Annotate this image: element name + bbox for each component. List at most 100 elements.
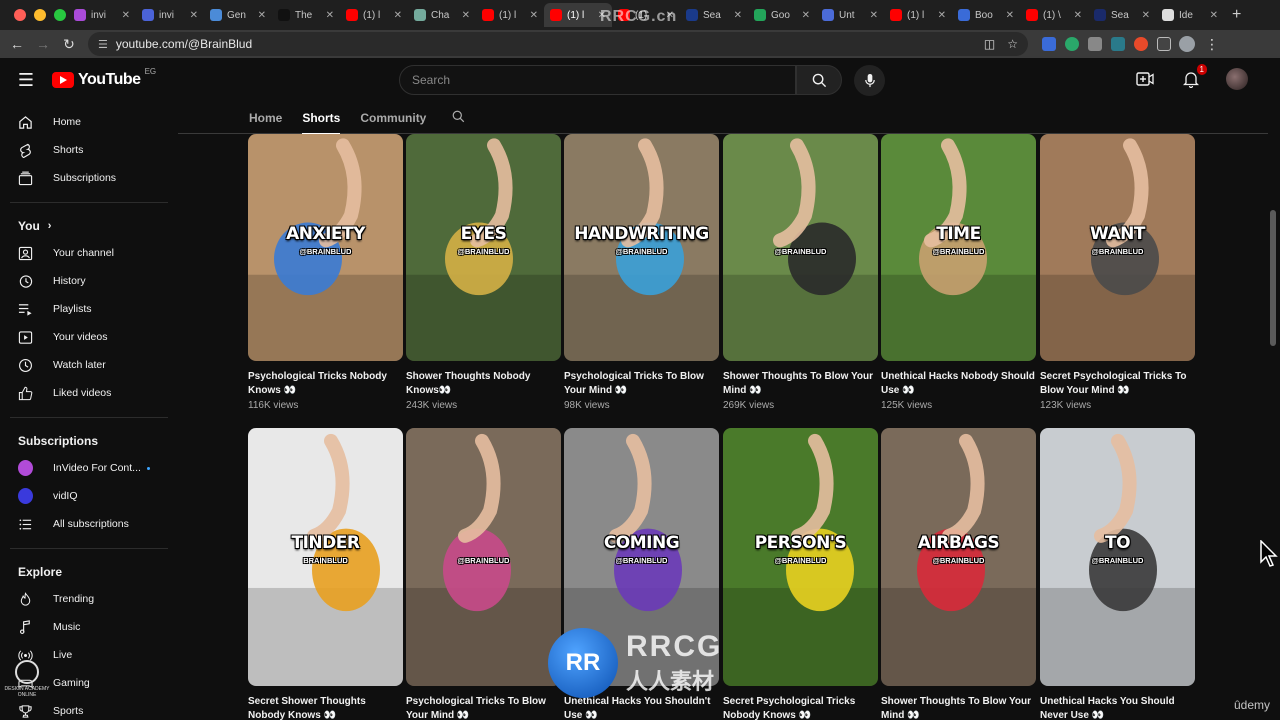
search-button[interactable] — [796, 65, 842, 95]
browser-tab[interactable]: Goo ✕ — [748, 3, 816, 27]
short-card[interactable]: WANT @BRAINBLUD Secret Psychological Trick… — [1040, 134, 1195, 411]
bookmark-star-icon[interactable]: ☆ — [1007, 37, 1018, 51]
sidebar-item-home[interactable]: Home — [0, 108, 178, 136]
extension-icon[interactable] — [1042, 37, 1056, 51]
browser-tab[interactable]: Gen ✕ — [204, 3, 272, 27]
search-input[interactable]: Search — [399, 65, 796, 95]
channel-tab-shorts[interactable]: Shorts — [302, 102, 341, 135]
browser-tab[interactable]: (1) l ✕ — [340, 3, 408, 27]
short-thumbnail[interactable]: TIME @BRAINBLUD — [881, 134, 1036, 361]
browser-tab[interactable]: Cha ✕ — [408, 3, 476, 27]
short-thumbnail[interactable]: HANDWRITING @BRAINBLUD — [564, 134, 719, 361]
tab-close-icon[interactable]: ✕ — [870, 10, 878, 21]
tab-close-icon[interactable]: ✕ — [122, 10, 130, 21]
sidebar-item-sports[interactable]: Sports — [0, 697, 178, 720]
sidebar-item-vidiq[interactable]: vidIQ — [0, 482, 178, 510]
short-thumbnail[interactable]: PERSON'S @BRAINBLUD — [723, 428, 878, 686]
extension-icon[interactable] — [1065, 37, 1079, 51]
short-title[interactable]: Psychological Tricks To Blow Your Mind 👀 — [564, 370, 719, 398]
short-thumbnail[interactable]: TINDER BRAINBLUD — [248, 428, 403, 686]
account-avatar[interactable] — [1226, 68, 1248, 90]
back-button[interactable]: ← — [4, 36, 30, 52]
sidebar-item-your-videos[interactable]: Your videos — [0, 323, 178, 351]
create-button[interactable] — [1134, 68, 1156, 90]
browser-tab[interactable]: Boo ✕ — [952, 3, 1020, 27]
short-title[interactable]: Unethical Hacks Nobody Should Use 👀 — [881, 370, 1036, 398]
short-thumbnail[interactable]: WANT @BRAINBLUD — [1040, 134, 1195, 361]
short-card[interactable]: TINDER BRAINBLUD Secret Shower Thoughts No… — [248, 428, 403, 720]
short-card[interactable]: @BRAINBLUD Shower Thoughts To Blow Your M… — [723, 134, 878, 411]
short-card[interactable]: AIRBAGS @BRAINBLUD Shower Thoughts To Blow… — [881, 428, 1036, 720]
voice-search-button[interactable] — [854, 65, 885, 96]
guide-menu-icon[interactable]: ☰ — [0, 70, 52, 91]
channel-search-icon[interactable] — [452, 110, 465, 126]
browser-tab[interactable]: Unt ✕ — [816, 3, 884, 27]
short-title[interactable]: Psychological Tricks Nobody Knows 👀 — [248, 370, 403, 398]
browser-tab[interactable]: Sea ✕ — [680, 3, 748, 27]
sidebar-item-trending[interactable]: Trending — [0, 585, 178, 613]
new-tab-button[interactable]: + — [1224, 6, 1241, 24]
short-thumbnail[interactable]: TO @BRAINBLUD — [1040, 428, 1195, 686]
short-card[interactable]: EYES @BRAINBLUD Shower Thoughts Nobody Kno… — [406, 134, 561, 411]
tab-close-icon[interactable]: ✕ — [190, 10, 198, 21]
site-info-icon[interactable]: ☰ — [98, 38, 108, 51]
short-card[interactable]: TIME @BRAINBLUD Unethical Hacks Nobody Sho… — [881, 134, 1036, 411]
browser-tab[interactable]: (1) \ ✕ — [1020, 3, 1088, 27]
maximize-window-button[interactable] — [54, 9, 66, 21]
youtube-logo[interactable]: YouTube EG — [52, 67, 156, 89]
short-card[interactable]: ANXIETY @BRAINBLUD Psychological Tricks No… — [248, 134, 403, 411]
short-thumbnail[interactable]: AIRBAGS @BRAINBLUD — [881, 428, 1036, 686]
browser-tab[interactable]: The ✕ — [272, 3, 340, 27]
reload-button[interactable]: ↻ — [56, 36, 82, 53]
extension-icon[interactable] — [1111, 37, 1125, 51]
browser-tab[interactable]: invi ✕ — [68, 3, 136, 27]
notifications-button[interactable]: 1 — [1180, 64, 1207, 90]
install-app-icon[interactable]: ◫ — [984, 37, 995, 51]
tab-close-icon[interactable]: ✕ — [530, 10, 538, 21]
sidebar-item-liked-videos[interactable]: Liked videos — [0, 379, 178, 407]
tab-close-icon[interactable]: ✕ — [1006, 10, 1014, 21]
short-title[interactable]: Secret Psychological Tricks To Blow Your… — [1040, 370, 1195, 398]
browser-profile-avatar[interactable] — [1179, 36, 1195, 52]
minimize-window-button[interactable] — [34, 9, 46, 21]
sidebar-item-playlists[interactable]: Playlists — [0, 295, 178, 323]
short-title[interactable]: Shower Thoughts To Blow Your Mind 👀 — [881, 695, 1036, 720]
short-thumbnail[interactable]: @BRAINBLUD — [723, 134, 878, 361]
extensions-puzzle-icon[interactable] — [1157, 37, 1171, 51]
short-thumbnail[interactable]: EYES @BRAINBLUD — [406, 134, 561, 361]
sidebar-item-all-subscriptions[interactable]: All subscriptions — [0, 510, 178, 538]
browser-tab[interactable]: (1) l ✕ — [476, 3, 544, 27]
tab-close-icon[interactable]: ✕ — [1142, 10, 1150, 21]
tab-close-icon[interactable]: ✕ — [802, 10, 810, 21]
extension-icon[interactable] — [1088, 37, 1102, 51]
tab-close-icon[interactable]: ✕ — [938, 10, 946, 21]
browser-tab[interactable]: Sea ✕ — [1088, 3, 1156, 27]
short-title[interactable]: Secret Psychological Tricks Nobody Knows… — [723, 695, 878, 720]
sidebar-item-invideo-for-cont[interactable]: InVideo For Cont... — [0, 454, 178, 482]
tab-close-icon[interactable]: ✕ — [1210, 10, 1218, 21]
tab-close-icon[interactable]: ✕ — [462, 10, 470, 21]
close-window-button[interactable] — [14, 9, 26, 21]
tab-close-icon[interactable]: ✕ — [258, 10, 266, 21]
short-card[interactable]: PERSON'S @BRAINBLUD Secret Psychological T… — [723, 428, 878, 720]
browser-tab[interactable]: (1) l ✕ — [884, 3, 952, 27]
sidebar-item-music[interactable]: Music — [0, 613, 178, 641]
short-title[interactable]: Psychological Tricks To Blow Your Mind 👀 — [406, 695, 561, 720]
tab-close-icon[interactable]: ✕ — [734, 10, 742, 21]
channel-tab-community[interactable]: Community — [360, 102, 426, 134]
you-section-heading[interactable]: You › — [0, 213, 178, 239]
short-title[interactable]: Unethical Hacks You Should Never Use 👀 — [1040, 695, 1195, 720]
short-title[interactable]: Shower Thoughts To Blow Your Mind 👀 — [723, 370, 878, 398]
tab-close-icon[interactable]: ✕ — [326, 10, 334, 21]
short-card[interactable]: @BRAINBLUD Psychological Tricks To Blow Y… — [406, 428, 561, 720]
page-scrollbar[interactable] — [1270, 210, 1276, 346]
sidebar-item-shorts[interactable]: Shorts — [0, 136, 178, 164]
browser-menu-icon[interactable]: ⋮ — [1205, 36, 1219, 53]
address-bar[interactable]: ☰ youtube.com/@BrainBlud ◫ ☆ — [88, 32, 1028, 56]
short-thumbnail[interactable]: @BRAINBLUD — [406, 428, 561, 686]
channel-tab-home[interactable]: Home — [249, 102, 282, 134]
short-thumbnail[interactable]: ANXIETY @BRAINBLUD — [248, 134, 403, 361]
sidebar-item-your-channel[interactable]: Your channel — [0, 239, 178, 267]
short-title[interactable]: Secret Shower Thoughts Nobody Knows 👀 — [248, 695, 403, 720]
tab-close-icon[interactable]: ✕ — [394, 10, 402, 21]
